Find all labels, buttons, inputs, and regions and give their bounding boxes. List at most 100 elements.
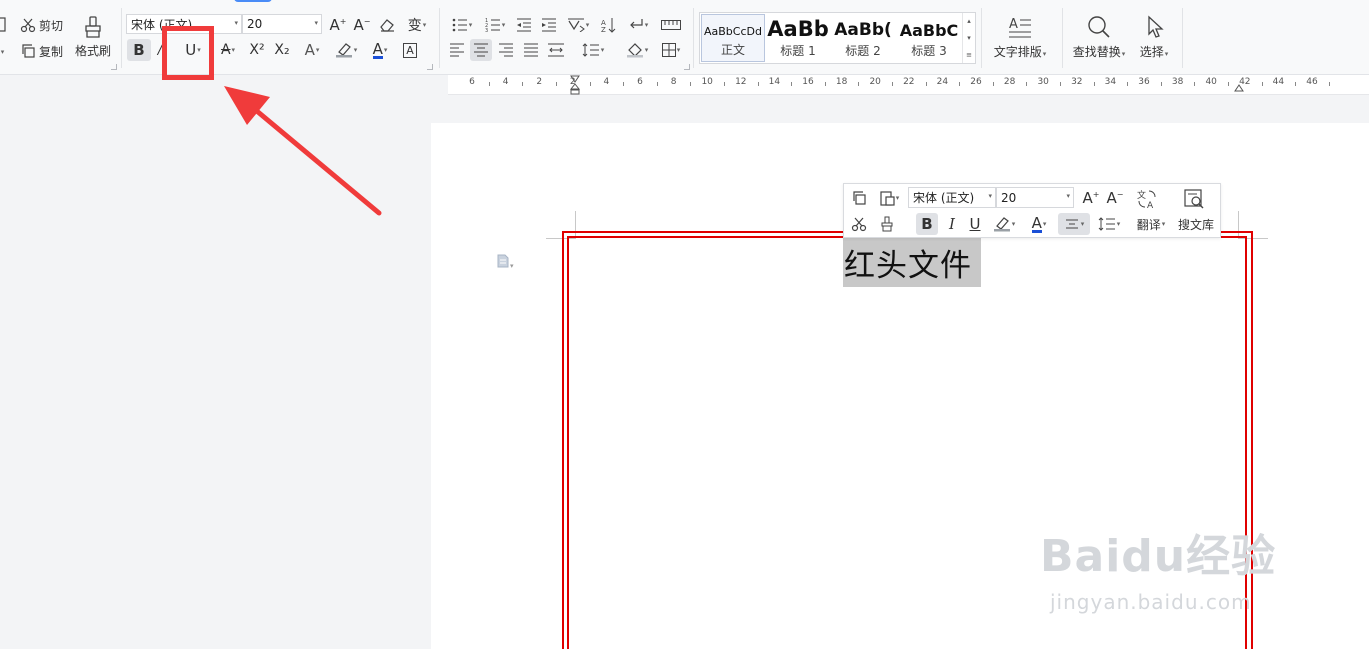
- paste-icon[interactable]: [0, 14, 8, 34]
- select-button[interactable]: 选择▾: [1134, 12, 1174, 62]
- document-search-icon: [1184, 189, 1204, 209]
- ruler-toggle-button[interactable]: [658, 14, 684, 36]
- mini-copy-button[interactable]: [848, 187, 870, 209]
- ruler-label: 28: [1003, 77, 1016, 87]
- align-right-icon: [499, 43, 513, 57]
- horizontal-ruler[interactable]: 6 4 2 2 4 6 8 10 12 14 16 18 20 22 24 26 28 30 32 34 36 38 40 4…: [448, 75, 1369, 95]
- ruler-tick: [656, 82, 658, 86]
- distribute-button[interactable]: [545, 39, 567, 61]
- copy-icon: [853, 191, 866, 205]
- watermark-url: jingyan.baidu.com: [1050, 590, 1252, 614]
- mini-underline-button[interactable]: U: [965, 213, 985, 235]
- bold-button[interactable]: B: [127, 39, 151, 61]
- mini-bold-button[interactable]: B: [916, 213, 938, 235]
- style-normal[interactable]: AaBbCcDd 正文: [701, 14, 765, 62]
- mini-font-size-select[interactable]: 20 ▾: [996, 187, 1074, 208]
- format-painter-button[interactable]: 格式刷: [72, 12, 114, 62]
- font-color-button[interactable]: A ▾: [366, 39, 394, 61]
- ruler-tick: [1194, 82, 1196, 86]
- align-right-button[interactable]: [496, 39, 516, 61]
- paste-dropdown[interactable]: ▾: [0, 44, 8, 60]
- text-direction-button[interactable]: ▾: [564, 14, 592, 36]
- style-heading-3[interactable]: AaBbC 标题 3: [897, 14, 961, 62]
- pinyin-icon: 变: [407, 18, 422, 34]
- paragraph-layout-icon[interactable]: ▾: [497, 254, 514, 272]
- ruler-tick: [892, 82, 893, 86]
- underline-icon: U: [969, 215, 981, 233]
- mini-format-painter-button[interactable]: [876, 213, 898, 235]
- font-group-launcher[interactable]: [427, 64, 433, 70]
- style-heading-1[interactable]: AaBb 标题 1: [767, 14, 829, 62]
- sort-icon: AZ: [601, 18, 616, 33]
- bullets-button[interactable]: ▾: [448, 14, 476, 36]
- chevron-down-icon[interactable]: ▾: [967, 34, 971, 42]
- mini-search-library-button[interactable]: 搜文库: [1175, 213, 1217, 235]
- subscript-button[interactable]: X₂: [271, 39, 293, 61]
- mini-translate-button[interactable]: 翻译 ▾: [1131, 213, 1171, 235]
- sort-button[interactable]: AZ: [598, 14, 618, 36]
- mini-font-color-button[interactable]: A ▾: [1025, 213, 1053, 235]
- highlight-button[interactable]: ▾: [331, 39, 361, 61]
- shading-button[interactable]: ▾: [622, 39, 652, 61]
- mini-italic-button[interactable]: I: [942, 213, 962, 235]
- grow-font-button[interactable]: A+: [328, 14, 348, 36]
- strikethrough-button[interactable]: A ▾: [215, 39, 241, 61]
- document-title[interactable]: 红头文件: [844, 240, 972, 285]
- numbering-button[interactable]: 1 2 3 ▾: [481, 14, 509, 36]
- gallery-scroll[interactable]: ▴ ▾ ≡: [962, 13, 975, 63]
- mini-highlight-button[interactable]: ▾: [989, 213, 1019, 235]
- clear-format-button[interactable]: [377, 14, 397, 36]
- superscript-button[interactable]: X²: [246, 39, 268, 61]
- copy-button[interactable]: 复制: [20, 40, 63, 62]
- text-layout-button[interactable]: A 文字排版▾: [988, 12, 1052, 62]
- font-size-select[interactable]: 20 ▾: [242, 14, 322, 34]
- mini-search-library-icon-button[interactable]: [1179, 186, 1209, 212]
- paragraph-mark-button[interactable]: ▾: [623, 14, 653, 36]
- justify-button[interactable]: [521, 39, 541, 61]
- ruler-label: 26: [970, 77, 982, 87]
- ruler-tick: [791, 82, 793, 86]
- increase-indent-button[interactable]: [539, 14, 559, 36]
- find-replace-button[interactable]: 查找替换▾: [1068, 12, 1130, 62]
- ruler-label: 14: [768, 77, 781, 87]
- shrink-font-button[interactable]: A−: [352, 14, 372, 36]
- ruler-tick: [1328, 82, 1330, 86]
- line-spacing-button[interactable]: ▾: [578, 39, 608, 61]
- char-border-button[interactable]: A: [399, 39, 421, 61]
- style-heading-2[interactable]: AaBb( 标题 2: [831, 14, 895, 62]
- mini-grow-font-button[interactable]: A+: [1080, 187, 1102, 209]
- ruler-label: 36: [1138, 77, 1150, 87]
- style-preview: AaBbCcDd: [704, 25, 762, 38]
- ribbon-toolbar: ▾ 剪切 复制 格式刷 宋体 (正文) ▾ 20 ▾ A+ A− 变 ▾ B / …: [0, 0, 1369, 80]
- ruler-tick: [925, 82, 927, 86]
- mini-cut-button[interactable]: [848, 213, 870, 235]
- text-effect-button[interactable]: A ▾: [298, 39, 326, 61]
- mini-translate-icon-button[interactable]: 文A: [1134, 186, 1160, 212]
- chevron-up-icon[interactable]: ▴: [967, 17, 971, 25]
- floating-mini-toolbar: ▾ 宋体 (正文) ▾ 20 ▾ A+ A− 文A B I U ▾ A▾ ▾: [843, 183, 1221, 238]
- mini-font-name-select[interactable]: 宋体 (正文) ▾: [908, 187, 996, 208]
- borders-button[interactable]: ▾: [656, 39, 686, 61]
- search-library-label: 搜文库: [1177, 217, 1214, 232]
- clipboard-group-launcher[interactable]: [111, 64, 117, 70]
- cursor-arrow-icon: [1148, 15, 1164, 38]
- subscript-icon: X₂: [274, 42, 290, 58]
- mini-paste-button[interactable]: ▾: [874, 187, 904, 209]
- decrease-indent-button[interactable]: [514, 14, 534, 36]
- strikethrough-icon: A: [220, 42, 231, 58]
- ruler-tick: [589, 82, 591, 86]
- ruler-label: 4: [603, 77, 610, 87]
- format-painter-label: 格式刷: [74, 44, 111, 58]
- mini-shrink-font-button[interactable]: A−: [1104, 187, 1126, 209]
- align-center-button[interactable]: [470, 39, 492, 61]
- text-direction-icon: [567, 18, 585, 32]
- phonetic-guide-button[interactable]: 变 ▾: [402, 14, 432, 36]
- align-left-button[interactable]: [447, 39, 467, 61]
- mini-align-button[interactable]: ▾: [1058, 213, 1090, 235]
- cut-button[interactable]: 剪切: [20, 14, 63, 36]
- expand-gallery-icon[interactable]: ≡: [966, 51, 972, 59]
- paragraph-group-launcher[interactable]: [684, 64, 690, 70]
- mini-line-spacing-button[interactable]: ▾: [1094, 213, 1124, 235]
- scissors-icon: [20, 18, 36, 33]
- copy-icon: [22, 44, 35, 58]
